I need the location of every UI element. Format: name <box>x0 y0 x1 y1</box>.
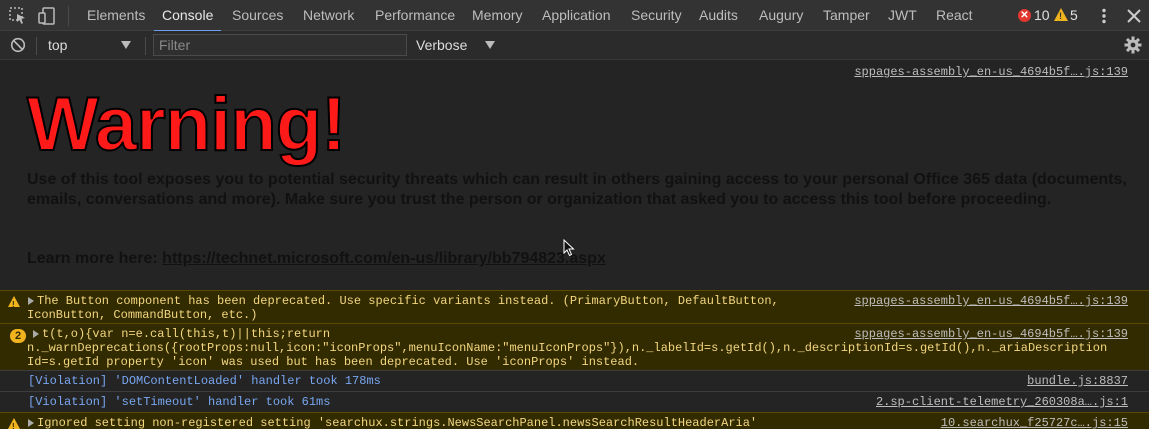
tab-tamper[interactable]: Tamper <box>823 0 870 31</box>
console-settings-gear-icon[interactable] <box>1124 36 1142 54</box>
chevron-down-icon[interactable] <box>485 41 495 49</box>
message-text[interactable]: Ignored setting non-registered setting '… <box>37 416 757 429</box>
learn-more-link[interactable]: https://technet.microsoft.com/en-us/libr… <box>162 250 606 267</box>
console-filterbar: top Verbose <box>0 31 1149 60</box>
message-text[interactable]: [Violation] 'DOMContentLoaded' handler t… <box>28 374 381 388</box>
message-source-link[interactable]: sppages-assembly_en-us_4694b5f….js:139 <box>854 294 1128 308</box>
tab-react[interactable]: React <box>936 0 973 31</box>
console-message-row[interactable]: [Violation] 'DOMContentLoaded' handler t… <box>0 370 1149 391</box>
expand-arrow-icon[interactable] <box>28 419 34 427</box>
warning-body-text: Use of this tool exposes you to potentia… <box>27 171 1127 208</box>
warning-count-icon[interactable]: ! <box>1054 8 1068 21</box>
message-text[interactable]: n._warnDeprecations({rootProps:null,icon… <box>27 341 1107 355</box>
toolbar-divider <box>68 6 69 26</box>
device-toolbar-icon[interactable] <box>38 7 56 25</box>
chevron-down-icon[interactable] <box>121 41 131 49</box>
warning-icon: ! <box>8 418 20 429</box>
message-text[interactable]: The Button component has been deprecated… <box>37 294 779 308</box>
tab-sources[interactable]: Sources <box>232 0 283 31</box>
mouse-cursor-icon <box>563 239 575 257</box>
console-message-row[interactable]: ! Ignored setting non-registered setting… <box>0 412 1149 429</box>
tab-augury[interactable]: Augury <box>759 0 803 31</box>
tab-elements[interactable]: Elements <box>87 0 145 31</box>
message-source-link[interactable]: sppages-assembly_en-us_4694b5f….js:139 <box>854 327 1128 341</box>
console-message-row[interactable]: [Violation] 'setTimeout' handler took 61… <box>0 391 1149 412</box>
banner-source-link[interactable]: sppages-assembly_en-us_4694b5f….js:139 <box>854 65 1128 79</box>
error-count[interactable]: 10 <box>1034 0 1050 31</box>
tab-performance[interactable]: Performance <box>375 0 455 31</box>
message-source-link[interactable]: bundle.js:8837 <box>1027 374 1128 388</box>
clear-console-icon[interactable] <box>10 37 26 53</box>
inspect-element-icon[interactable] <box>9 7 27 25</box>
tab-application[interactable]: Application <box>542 0 611 31</box>
filterbar-divider <box>145 37 146 55</box>
learn-more-line: Learn more here: https://technet.microso… <box>27 249 606 269</box>
message-text[interactable]: IconButton, CommandButton, etc.) <box>27 308 257 322</box>
message-source-link[interactable]: 2.sp-client-telemetry_260308a….js:1 <box>876 395 1128 409</box>
filter-input[interactable] <box>153 34 407 56</box>
tab-security[interactable]: Security <box>631 0 682 31</box>
tab-audits[interactable]: Audits <box>699 0 738 31</box>
context-selector[interactable]: top <box>48 31 67 59</box>
filterbar-divider <box>36 37 37 55</box>
message-text[interactable]: Id=s.getId property 'icon' was used but … <box>27 355 639 369</box>
error-count-icon[interactable]: ✕ <box>1018 9 1031 22</box>
close-devtools-icon[interactable] <box>1125 7 1143 25</box>
warning-heading: Warning! <box>26 81 347 168</box>
learn-more-label: Learn more here: <box>27 250 158 267</box>
tab-jwt[interactable]: JWT <box>888 0 917 31</box>
tab-console[interactable]: Console <box>153 0 222 32</box>
more-options-icon[interactable] <box>1095 7 1113 25</box>
message-text[interactable]: t(t,o){var n=e.call(this,t)||this;return <box>42 327 330 341</box>
message-text[interactable]: [Violation] 'setTimeout' handler took 61… <box>28 395 330 409</box>
expand-arrow-icon[interactable] <box>28 297 34 305</box>
message-source-link[interactable]: 10.searchux_f25727c….js:15 <box>941 416 1128 429</box>
tab-network[interactable]: Network <box>303 0 354 31</box>
expand-arrow-icon[interactable] <box>33 330 39 338</box>
devtools-tabbar: Elements Console Sources Network Perform… <box>0 0 1149 32</box>
repeat-count-badge: 2 <box>10 329 26 343</box>
warning-count[interactable]: 5 <box>1070 0 1078 31</box>
console-message-row[interactable]: 2 t(t,o){var n=e.call(this,t)||this;retu… <box>0 323 1149 370</box>
log-levels-dropdown[interactable]: Verbose <box>416 31 467 59</box>
tab-memory[interactable]: Memory <box>472 0 523 31</box>
warning-icon: ! <box>8 296 20 309</box>
console-message-row[interactable]: ! The Button component has been deprecat… <box>0 290 1149 323</box>
